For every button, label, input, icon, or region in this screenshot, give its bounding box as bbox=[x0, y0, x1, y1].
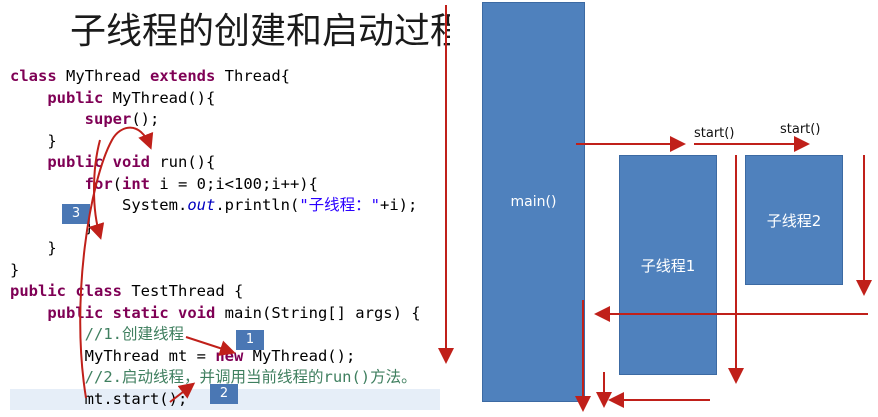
call-curve-arrow bbox=[79, 126, 154, 399]
new-thread-arrow bbox=[185, 336, 236, 356]
start-arrow bbox=[169, 382, 196, 403]
flow-arrows bbox=[79, 5, 872, 412]
super-to-run-arrow bbox=[88, 139, 105, 240]
